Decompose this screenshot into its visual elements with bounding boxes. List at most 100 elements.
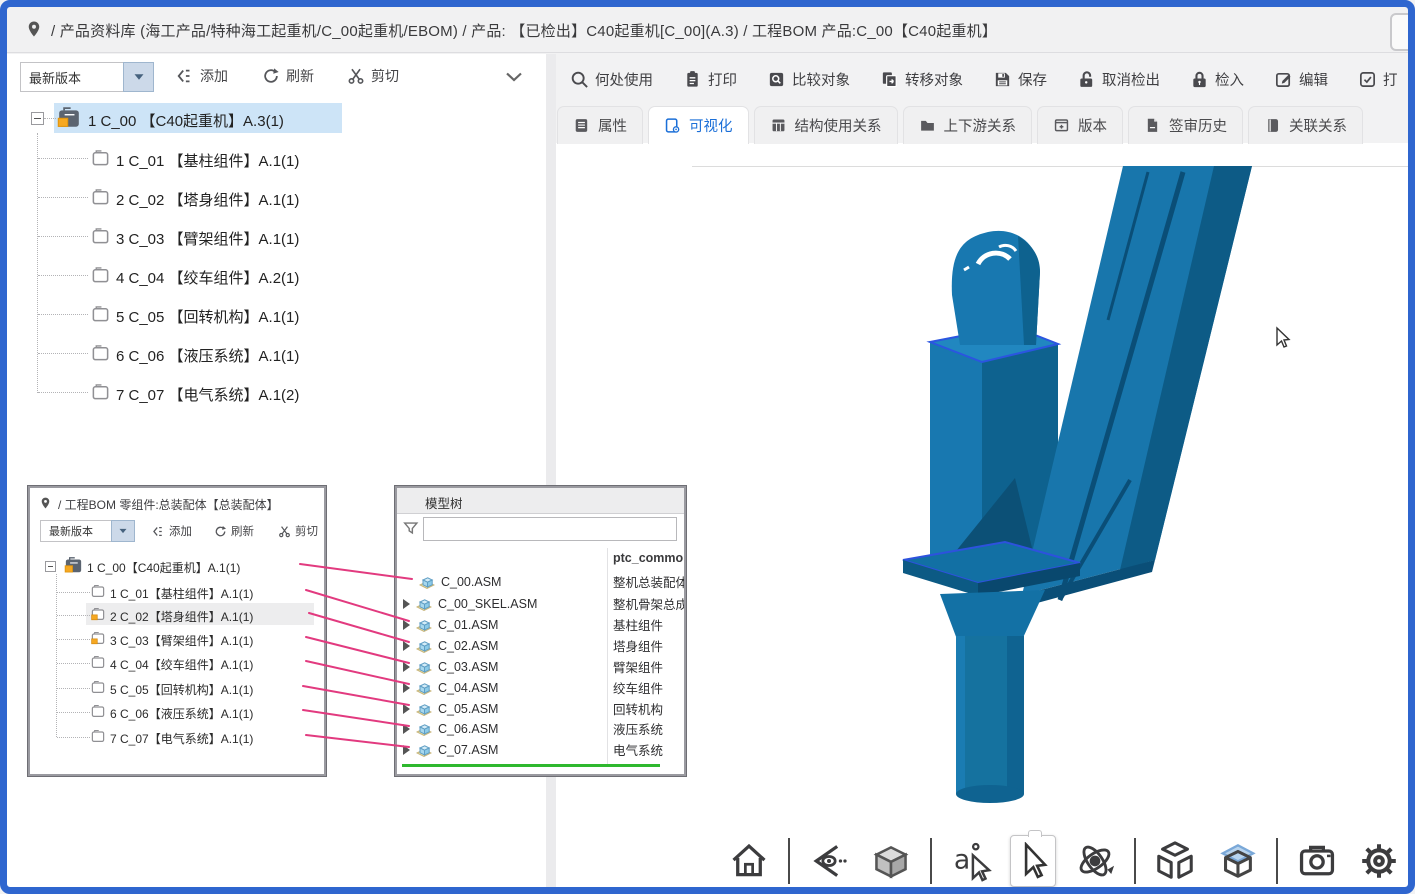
version-filter-value: 最新版本 [29, 68, 81, 87]
compare-objects-button[interactable]: 比较对象 [767, 69, 850, 90]
add-button[interactable]: 添加 [176, 66, 228, 86]
tree-root-item[interactable]: 1 C_00 【C40起重机】A.3(1) [88, 110, 284, 131]
model-tree-row[interactable]: C_02.ASM 塔身组件 [403, 635, 683, 656]
expand-triangle-icon[interactable] [403, 724, 410, 734]
tree-connector [57, 688, 90, 689]
tab-properties[interactable]: 属性 [557, 106, 643, 144]
tree-item[interactable]: 3 C_03【臂架组件】A.1(1) [110, 632, 253, 649]
tree-connector [38, 314, 88, 315]
version-filter-caret-button[interactable] [111, 520, 135, 542]
save-icon [993, 70, 1012, 89]
version-filter-select[interactable]: 最新版本 [20, 62, 124, 92]
model-tree-title: 模型树 [425, 493, 463, 512]
tab-review-history[interactable]: 签审历史 [1128, 106, 1243, 144]
part-icon [90, 655, 106, 670]
model-tree-filter-input[interactable] [423, 517, 677, 541]
check-in-button[interactable]: 检入 [1190, 69, 1244, 90]
model-tree-row[interactable]: C_00.ASM 整机总装配体 [403, 571, 683, 592]
expand-triangle-icon[interactable] [403, 683, 410, 693]
tree-item[interactable]: 7 C_07【电气系统】A.1(1) [110, 730, 253, 747]
expand-triangle-icon[interactable] [403, 745, 410, 755]
orbit-rotate-button[interactable] [1072, 835, 1118, 887]
model-tree-row[interactable]: C_07.ASM 电气系统 [403, 739, 683, 760]
detail-tabs: 属性 可视化 结构使用关系 上下游关系 版本 签审历史 关联关系 [557, 103, 1408, 144]
tree-item[interactable]: 6 C_06【液压系统】A.1(1) [110, 705, 253, 722]
tab-relationships[interactable]: 关联关系 [1248, 106, 1363, 144]
book-icon [1264, 117, 1281, 134]
version-filter-select[interactable]: 最新版本 [40, 520, 112, 542]
cut-button[interactable]: 剪切 [278, 523, 318, 539]
version-filter-caret-button[interactable] [123, 62, 154, 92]
model-tree-row[interactable]: C_04.ASM 绞车组件 [403, 677, 683, 698]
window-control-partial[interactable] [1390, 13, 1415, 51]
toolbar-separator [1134, 838, 1136, 884]
model-tree-row[interactable]: C_01.ASM 基柱组件 [403, 614, 683, 635]
expand-triangle-icon[interactable] [403, 599, 410, 609]
tab-versions[interactable]: 版本 [1037, 106, 1123, 144]
exploded-view-button[interactable] [1152, 835, 1198, 887]
tree-item[interactable]: 4 C_04 【绞车组件】A.2(1) [116, 267, 299, 288]
tree-item[interactable]: 2 C_02【塔身组件】A.1(1) [110, 608, 253, 625]
tree-item[interactable]: 1 C_01【基柱组件】A.1(1) [110, 585, 253, 602]
toolbar-separator [788, 838, 790, 884]
ebom-overlay-window: / 工程BOM 零组件:总装配体【总装配体】 最新版本 添加 刷新 剪切 1 C… [28, 486, 326, 776]
window-plus-icon [1053, 117, 1070, 134]
expand-triangle-icon[interactable] [403, 620, 410, 630]
toolbar-expand-chevron[interactable] [503, 66, 525, 88]
edit-button[interactable]: 编辑 [1274, 69, 1328, 90]
tree-item[interactable]: 5 C_05【回转机构】A.1(1) [110, 681, 253, 698]
annotation-select-button[interactable] [948, 835, 994, 887]
add-button[interactable]: 添加 [152, 523, 192, 539]
model-tree-row[interactable]: C_06.ASM 液压系统 [403, 718, 683, 739]
tree-root-collapse-toggle[interactable] [45, 561, 56, 572]
tree-item[interactable]: 4 C_04【绞车组件】A.1(1) [110, 656, 253, 673]
tree-item[interactable]: 3 C_03 【臂架组件】A.1(1) [116, 228, 299, 249]
tree-item[interactable]: 6 C_06 【液压系统】A.1(1) [116, 345, 299, 366]
column-header[interactable]: ptc_commo [613, 551, 683, 565]
undo-checkout-button[interactable]: 取消检出 [1077, 69, 1160, 90]
snapshot-button[interactable] [1294, 835, 1340, 887]
detail-toolbar: 何处使用 打印 比较对象 转移对象 保存 取消检出 检入 编辑 打 [570, 57, 1408, 101]
tree-item[interactable]: 7 C_07 【电气系统】A.1(2) [116, 384, 299, 405]
refresh-button[interactable]: 刷新 [262, 66, 314, 86]
where-used-button[interactable]: 何处使用 [570, 69, 653, 90]
tab-upstream-downstream[interactable]: 上下游关系 [903, 106, 1033, 144]
filter-funnel-icon[interactable] [402, 519, 420, 537]
view-eye-icon [809, 841, 849, 881]
expand-triangle-icon[interactable] [403, 662, 410, 672]
cut-button[interactable]: 剪切 [347, 66, 399, 86]
section-view-button[interactable] [1214, 835, 1260, 887]
shaded-display-button[interactable] [868, 835, 914, 887]
document-check-icon [1358, 70, 1377, 89]
tree-root-item[interactable]: 1 C_00【C40起重机】A.1(1) [87, 559, 240, 576]
tab-visualization[interactable]: 可视化 [648, 106, 749, 144]
breadcrumb-text[interactable]: / 产品资料库 (海工产品/特种海工起重机/C_00起重机/EBOM) / 产品… [51, 20, 997, 41]
transfer-icon [880, 70, 899, 89]
expand-triangle-icon[interactable] [403, 704, 410, 714]
save-button[interactable]: 保存 [993, 69, 1047, 90]
overlay-breadcrumb[interactable]: / 工程BOM 零组件:总装配体【总装配体】 [58, 496, 279, 513]
viewer-settings-button[interactable] [1356, 835, 1402, 887]
select-tool-button-active[interactable] [1010, 835, 1056, 887]
tab-structure-usage[interactable]: 结构使用关系 [754, 106, 898, 144]
tree-connector [38, 158, 88, 159]
part-icon [90, 680, 106, 695]
model-tree-row[interactable]: C_03.ASM 臂架组件 [403, 656, 683, 677]
tree-item[interactable]: 1 C_01 【基柱组件】A.1(1) [116, 150, 299, 171]
view-orientation-button[interactable] [806, 835, 852, 887]
model-tree-row[interactable]: C_05.ASM 回转机构 [403, 698, 683, 719]
model-tree-row[interactable]: C_00_SKEL.ASM 整机骨架总成 [403, 593, 683, 614]
tree-item[interactable]: 2 C_02 【塔身组件】A.1(1) [116, 189, 299, 210]
add-node-icon [152, 525, 165, 538]
tree-item[interactable]: 5 C_05 【回转机构】A.1(1) [116, 306, 299, 327]
transfer-objects-button[interactable]: 转移对象 [880, 69, 963, 90]
print-button[interactable]: 打印 [683, 69, 737, 90]
home-view-button[interactable] [726, 835, 772, 887]
location-pin-icon [39, 495, 52, 511]
refresh-icon [214, 525, 227, 538]
refresh-button[interactable]: 刷新 [214, 523, 254, 539]
tree-root-collapse-toggle[interactable] [31, 112, 44, 125]
part-icon [90, 383, 111, 402]
open-button-clipped[interactable]: 打 [1358, 69, 1398, 90]
expand-triangle-icon[interactable] [403, 641, 410, 651]
